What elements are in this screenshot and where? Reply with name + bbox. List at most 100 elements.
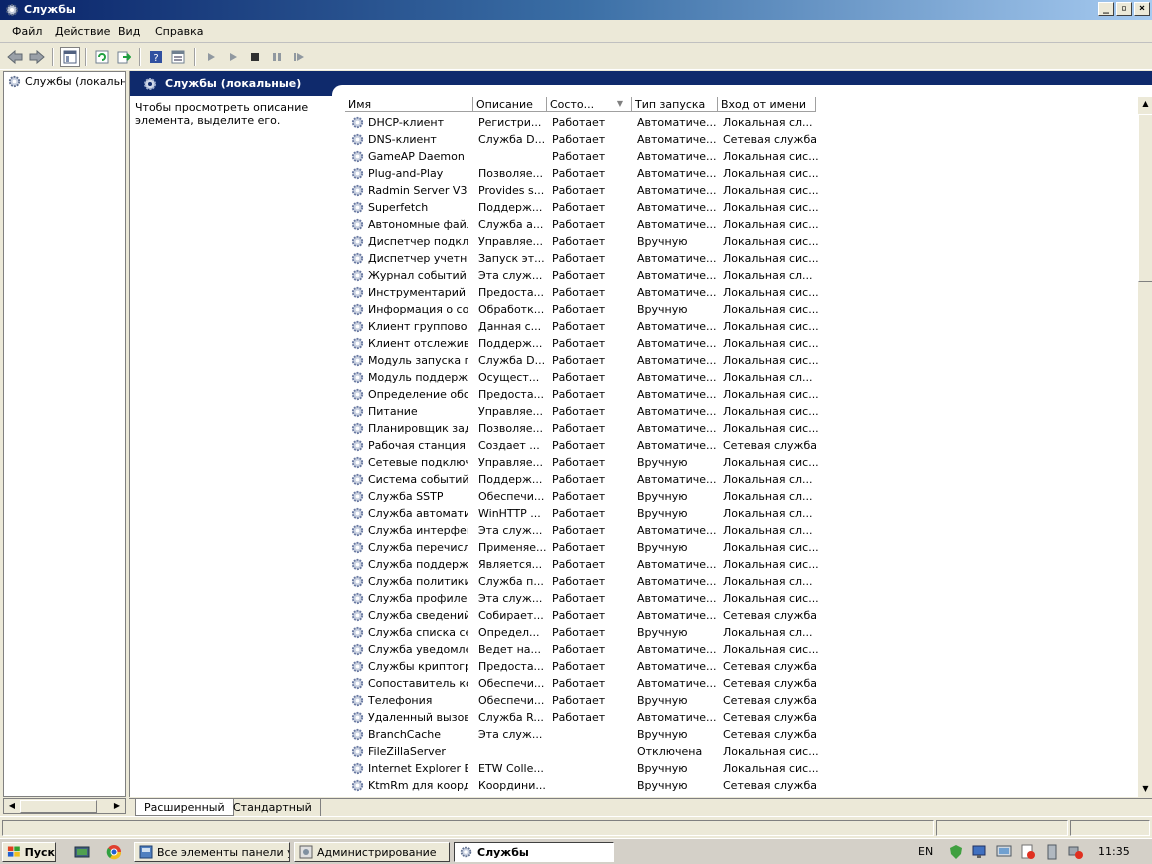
screen-icon[interactable] <box>996 844 1012 860</box>
language-indicator[interactable]: EN <box>918 845 933 858</box>
tree-horizontal-scrollbar[interactable]: ◀ ▶ <box>3 798 126 814</box>
table-row[interactable]: Служба интерфей... Эта служ... Работает Авт… <box>345 522 1135 539</box>
table-row[interactable]: Планировщик зад... Позволяе... Работает Авт… <box>345 420 1135 437</box>
column-header-name[interactable]: Имя <box>345 97 473 112</box>
table-row[interactable]: Клиент групповой... Данная с... Работает Ав… <box>345 318 1135 335</box>
table-row[interactable]: Служба уведомле... Ведет на... Работает Авт… <box>345 641 1135 658</box>
show-hide-console-tree-icon[interactable] <box>60 47 80 67</box>
pause-service-icon[interactable] <box>267 47 287 67</box>
network-monitor-icon[interactable] <box>972 844 988 860</box>
table-row[interactable]: Служба профилей... Эта служ... Работает Авт… <box>345 590 1135 607</box>
table-row[interactable]: Клиент отслежив... Поддерж... Работает Авто… <box>345 335 1135 352</box>
service-startup-type: Автоматиче... <box>637 320 717 333</box>
table-row[interactable]: Служба перечисл... Применяе... Работает Вру… <box>345 539 1135 556</box>
table-row[interactable]: Питание Управляе... Работает Автоматиче... Л… <box>345 403 1135 420</box>
network-error-icon[interactable] <box>1068 844 1084 860</box>
stop-service-icon[interactable] <box>245 47 265 67</box>
table-row[interactable]: Служба автомати... WinHTTP ... Работает Вру… <box>345 505 1135 522</box>
service-rows: DHCP-клиент Регистри... Работает Автоматиче… <box>345 114 1135 794</box>
table-row[interactable]: Модуль запуска п... Служба D... Работает Ав… <box>345 352 1135 369</box>
show-desktop-icon[interactable] <box>74 844 90 860</box>
service-name-cell: Superfetch <box>345 200 473 215</box>
table-row[interactable]: Сопоставитель ко... Обеспечи... Работает Ав… <box>345 675 1135 692</box>
table-row[interactable]: Информация о сов... Обработк... Работает Вр… <box>345 301 1135 318</box>
help-icon[interactable]: ? <box>146 47 166 67</box>
document-error-icon[interactable] <box>1020 844 1036 860</box>
service-gear-icon <box>351 575 364 588</box>
service-log-on-as: Локальная сл... <box>723 507 813 520</box>
tab-extended[interactable]: Расширенный <box>135 799 234 816</box>
table-row[interactable]: DHCP-клиент Регистри... Работает Автоматиче… <box>345 114 1135 131</box>
table-row[interactable]: Диспетчер учетн... Запуск эт... Работает Ав… <box>345 250 1135 267</box>
minimize-button[interactable]: _ <box>1098 2 1114 16</box>
service-name-cell: Служба политики ... <box>345 574 473 589</box>
scroll-up-icon[interactable]: ▲ <box>1138 97 1152 112</box>
table-row[interactable]: Определение обо... Предоста... Работает Авт… <box>345 386 1135 403</box>
forward-arrow-icon[interactable] <box>27 47 47 67</box>
table-row[interactable]: Модуль поддержк... Осущест... Работает Авто… <box>345 369 1135 386</box>
table-row[interactable]: Служба списка се... Определ... Работает Вру… <box>345 624 1135 641</box>
taskbar-app-control-panel[interactable]: Все элементы панели у... <box>134 842 290 862</box>
service-name-cell: Рабочая станция <box>345 438 473 453</box>
menu-file[interactable]: Файл <box>12 25 42 38</box>
back-arrow-icon[interactable] <box>5 47 25 67</box>
export-list-icon[interactable] <box>114 47 134 67</box>
table-row[interactable]: Диспетчер подкл... Управляе... Работает Вру… <box>345 233 1135 250</box>
table-row[interactable]: Plug-and-Play Позволяе... Работает Автомати… <box>345 165 1135 182</box>
security-shield-icon[interactable] <box>948 844 964 860</box>
service-log-on-as: Локальная сис... <box>723 235 818 248</box>
properties-icon[interactable] <box>168 47 188 67</box>
table-row[interactable]: Телефония Обеспечи... Работает Вручную Сетев… <box>345 692 1135 709</box>
menu-action[interactable]: Действие <box>55 25 110 38</box>
scroll-left-icon[interactable]: ◀ <box>5 800 19 813</box>
table-row[interactable]: Инструментарий у... Предоста... Работает Ав… <box>345 284 1135 301</box>
start-service-icon[interactable] <box>201 47 221 67</box>
table-row[interactable]: KtmRm для коорд... Координи... Вручную Сете… <box>345 777 1135 794</box>
scroll-down-icon[interactable]: ▼ <box>1138 782 1152 797</box>
service-description: Предоста... <box>478 388 545 401</box>
table-row[interactable]: Служба SSTP Обеспечи... Работает Вручную Лок… <box>345 488 1135 505</box>
table-row[interactable]: Удаленный вызов... Служба R... Работает Авт… <box>345 709 1135 726</box>
restore-button[interactable]: ▫ <box>1116 2 1132 16</box>
scroll-thumb[interactable] <box>1138 114 1152 282</box>
scroll-thumb[interactable] <box>20 800 97 813</box>
table-row[interactable]: Internet Explorer E... ETW Colle... Вручну… <box>345 760 1135 777</box>
table-row[interactable]: FileZillaServer Отключена Локальная сис... <box>345 743 1135 760</box>
table-row[interactable]: Журнал событий ... Эта служ... Работает Авт… <box>345 267 1135 284</box>
table-row[interactable]: Radmin Server V3 Provides s... Работает Авт… <box>345 182 1135 199</box>
restart-service-icon[interactable] <box>289 47 309 67</box>
column-header-log-on-as[interactable]: Вход от имени <box>718 97 816 112</box>
taskbar-app-administration[interactable]: Администрирование <box>294 842 450 862</box>
tab-standard[interactable]: Стандартный <box>225 799 321 816</box>
menu-view[interactable]: Вид <box>118 25 140 38</box>
table-row[interactable]: Superfetch Поддерж... Работает Автоматиче..… <box>345 199 1135 216</box>
tree-node-services-local[interactable]: Службы (локальные <box>7 74 125 89</box>
column-header-startup-type[interactable]: Тип запуска <box>632 97 718 112</box>
service-name: DNS-клиент <box>368 133 437 146</box>
chrome-icon[interactable] <box>106 844 122 860</box>
column-header-description[interactable]: Описание <box>473 97 547 112</box>
taskbar-app-services[interactable]: Службы <box>454 842 614 862</box>
scroll-right-icon[interactable]: ▶ <box>110 800 124 813</box>
table-row[interactable]: DNS-клиент Служба D... Работает Автоматиче.… <box>345 131 1135 148</box>
table-row[interactable]: Служба поддержк... Является... Работает Авт… <box>345 556 1135 573</box>
close-button[interactable]: × <box>1134 2 1150 16</box>
table-row[interactable]: GameAP Daemon Работает Автоматиче... Локаль… <box>345 148 1135 165</box>
menu-help[interactable]: Справка <box>155 25 203 38</box>
column-header-status[interactable]: Состо... ▼ <box>547 97 632 112</box>
table-row[interactable]: Служба сведений ... Собирает... Работает Ав… <box>345 607 1135 624</box>
table-row[interactable]: Автономные файлы Служба а... Работает Автом… <box>345 216 1135 233</box>
table-row[interactable]: Система событий ... Поддерж... Работает Авт… <box>345 471 1135 488</box>
table-row[interactable]: Службы криптогр... Предоста... Работает Авт… <box>345 658 1135 675</box>
table-row[interactable]: Сетевые подключ... Управляе... Работает Вру… <box>345 454 1135 471</box>
service-name: Служба списка се... <box>368 626 468 639</box>
refresh-icon[interactable] <box>92 47 112 67</box>
table-row[interactable]: BranchCache Эта служ... Вручную Сетевая слу… <box>345 726 1135 743</box>
service-description: Управляе... <box>478 235 544 248</box>
device-icon[interactable] <box>1044 844 1060 860</box>
table-row[interactable]: Рабочая станция Создает ... Работает Автома… <box>345 437 1135 454</box>
start-button[interactable]: Пуск <box>2 842 56 862</box>
start-service-2-icon[interactable] <box>223 47 243 67</box>
list-vertical-scrollbar[interactable]: ▲ ▼ <box>1138 97 1152 797</box>
table-row[interactable]: Служба политики ... Служба п... Работает Ав… <box>345 573 1135 590</box>
